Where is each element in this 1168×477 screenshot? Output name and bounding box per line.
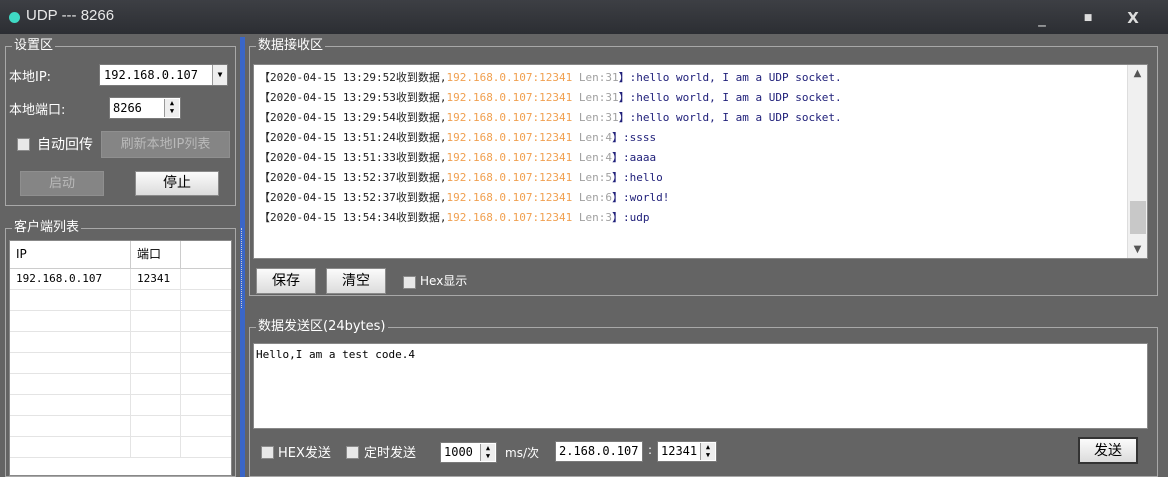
log-line: 【2020-04-15 13:54:34收到数据,192.168.0.107:1… <box>259 211 650 224</box>
chevron-down-icon[interactable]: ▼ <box>212 65 227 85</box>
log-line: 【2020-04-15 13:52:37收到数据,192.168.0.107:1… <box>259 171 663 184</box>
interval-unit-label: ms/次 <box>505 446 539 460</box>
local-port-label: 本地端口: <box>9 103 66 118</box>
receive-group-label: 数据接收区 <box>256 38 326 54</box>
send-textarea[interactable]: Hello,I am a test code.4 <box>253 343 1148 429</box>
target-port-stepper[interactable]: 12341 ▲ ▼ <box>657 441 717 462</box>
minimize-button[interactable]: _ <box>1030 8 1054 28</box>
stepper-arrows-icon[interactable]: ▲ ▼ <box>700 443 715 460</box>
stepper-arrows-icon[interactable]: ▲ ▼ <box>164 99 179 117</box>
receive-scrollbar[interactable]: ▲ ▼ <box>1127 65 1147 258</box>
client-ip-cell: 192.168.0.107 <box>10 269 131 289</box>
auto-reply-checkbox[interactable] <box>17 138 30 151</box>
refresh-ip-button[interactable]: 刷新本地IP列表 <box>101 131 230 158</box>
column-header-port[interactable]: 端口 <box>131 241 181 268</box>
client-table-header: IP 端口 <box>10 241 231 269</box>
chevron-down-icon[interactable]: ▼ <box>1128 244 1147 255</box>
client-table[interactable]: IP 端口 192.168.0.107 12341 <box>9 240 232 476</box>
splitter-grip-icon[interactable] <box>241 228 245 308</box>
start-button[interactable]: 启动 <box>20 171 104 196</box>
client-port-cell: 12341 <box>131 269 181 289</box>
timed-send-checkbox[interactable] <box>346 446 359 459</box>
table-row-empty <box>10 437 231 458</box>
local-ip-label: 本地IP: <box>9 70 52 85</box>
send-button[interactable]: 发送 <box>1078 437 1138 464</box>
column-header-ip[interactable]: IP <box>10 241 131 268</box>
log-line: 【2020-04-15 13:29:54收到数据,192.168.0.107:1… <box>259 111 842 124</box>
table-row-empty <box>10 353 231 374</box>
table-row-empty <box>10 290 231 311</box>
client-list-label: 客户端列表 <box>12 220 82 236</box>
app-window: UDP --- 8266 _ ■ X 设置区 本地IP: 192.168.0.1… <box>0 0 1168 477</box>
log-line: 【2020-04-15 13:29:52收到数据,192.168.0.107:1… <box>259 71 842 84</box>
interval-stepper[interactable]: 1000 ▲ ▼ <box>440 442 497 463</box>
settings-group-label: 设置区 <box>12 38 56 54</box>
local-port-stepper[interactable]: 8266 ▲ ▼ <box>109 97 181 119</box>
close-button[interactable]: X <box>1121 8 1145 28</box>
scroll-thumb[interactable] <box>1130 201 1146 234</box>
log-line: 【2020-04-15 13:51:24收到数据,192.168.0.107:1… <box>259 131 657 144</box>
auto-reply-label: 自动回传 <box>37 137 93 153</box>
maximize-button[interactable]: ■ <box>1076 8 1100 28</box>
hex-display-checkbox[interactable] <box>403 276 416 289</box>
clear-button[interactable]: 清空 <box>326 268 386 294</box>
local-ip-select[interactable]: 192.168.0.107 ▼ <box>99 64 228 86</box>
chevron-up-icon[interactable]: ▲ <box>1128 68 1147 79</box>
table-row-empty <box>10 374 231 395</box>
stepper-arrows-icon[interactable]: ▲ ▼ <box>480 444 495 461</box>
hex-display-label: Hex显示 <box>420 274 468 288</box>
send-group-label: 数据发送区(24bytes) <box>256 319 388 335</box>
ip-port-separator: : <box>648 443 653 457</box>
stop-button[interactable]: 停止 <box>135 171 219 196</box>
interval-value: 1000 <box>444 445 473 459</box>
app-icon <box>9 12 20 23</box>
table-row-empty <box>10 332 231 353</box>
target-ip-input[interactable]: 2.168.0.107 <box>555 441 643 462</box>
timed-send-label: 定时发送 <box>364 446 417 461</box>
table-row-empty <box>10 395 231 416</box>
log-line: 【2020-04-15 13:52:37收到数据,192.168.0.107:1… <box>259 191 670 204</box>
table-row-empty <box>10 311 231 332</box>
save-button[interactable]: 保存 <box>256 268 316 294</box>
log-line: 【2020-04-15 13:29:53收到数据,192.168.0.107:1… <box>259 91 842 104</box>
hex-send-label: HEX发送 <box>278 446 331 461</box>
log-line: 【2020-04-15 13:51:33收到数据,192.168.0.107:1… <box>259 151 657 164</box>
table-row-empty <box>10 416 231 437</box>
table-row[interactable]: 192.168.0.107 12341 <box>10 269 231 290</box>
receive-log[interactable]: 【2020-04-15 13:29:52收到数据,192.168.0.107:1… <box>253 64 1148 259</box>
title-bar: UDP --- 8266 _ ■ X <box>0 0 1168 34</box>
target-port-value: 12341 <box>661 444 698 458</box>
local-ip-value: 192.168.0.107 <box>104 68 198 82</box>
window-title: UDP --- 8266 <box>26 7 115 24</box>
local-port-value: 8266 <box>113 101 142 115</box>
hex-send-checkbox[interactable] <box>261 446 274 459</box>
